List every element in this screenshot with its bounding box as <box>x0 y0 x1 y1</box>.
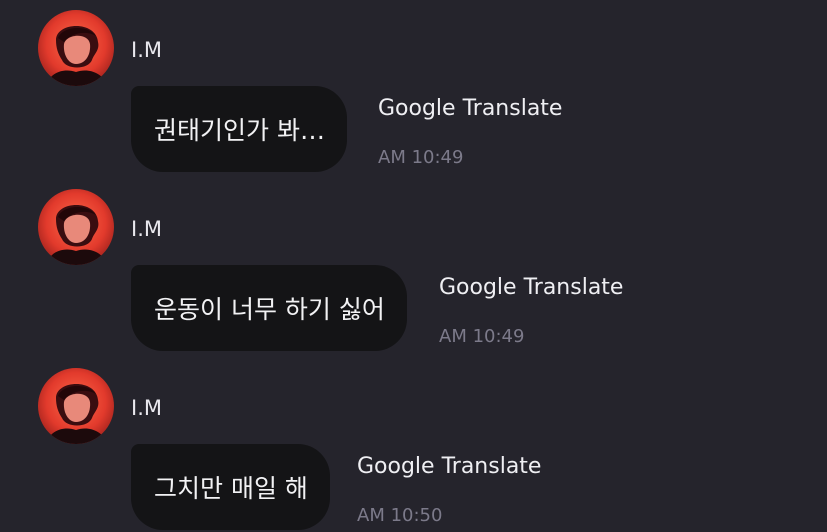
google-translate-link[interactable]: Google Translate <box>357 454 541 480</box>
message-text: 운동이 너무 하기 싫어 <box>154 295 385 324</box>
google-translate-link[interactable]: Google Translate <box>439 275 623 301</box>
sender-name: I.M <box>131 396 162 420</box>
sender-name: I.M <box>131 38 162 62</box>
avatar[interactable] <box>38 368 114 444</box>
avatar[interactable] <box>38 10 114 86</box>
avatar-image <box>38 189 114 265</box>
message-text: 그치만 매일 해 <box>154 474 308 503</box>
avatar[interactable] <box>38 189 114 265</box>
avatar-image <box>38 10 114 86</box>
message-time: AM 10:49 <box>439 326 525 347</box>
chat-window: I.M 권태기인가 봐… Google Translate AM 10:49 I… <box>0 0 827 532</box>
message-time: AM 10:50 <box>357 505 443 526</box>
message-group: I.M 운동이 너무 하기 싫어 Google Translate AM 10:… <box>0 179 827 357</box>
avatar-image <box>38 368 114 444</box>
google-translate-link[interactable]: Google Translate <box>378 96 562 122</box>
message-text: 권태기인가 봐… <box>154 116 325 145</box>
sender-name: I.M <box>131 217 162 241</box>
message-bubble[interactable]: 권태기인가 봐… <box>131 86 347 172</box>
message-bubble[interactable]: 운동이 너무 하기 싫어 <box>131 265 407 351</box>
message-bubble[interactable]: 그치만 매일 해 <box>131 444 330 530</box>
message-time: AM 10:49 <box>378 147 464 168</box>
message-group: I.M 권태기인가 봐… Google Translate AM 10:49 <box>0 0 827 178</box>
message-group: I.M 그치만 매일 해 Google Translate AM 10:50 <box>0 358 827 532</box>
